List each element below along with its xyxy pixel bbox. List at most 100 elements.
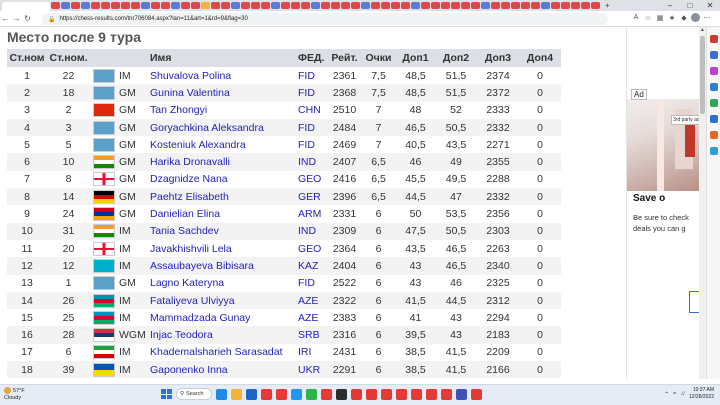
ad-headline[interactable]: Save o (633, 193, 665, 204)
weather-widget[interactable]: 57°F Cloudy (4, 387, 25, 402)
player-name-link[interactable]: Shuvalova Polina (148, 67, 296, 84)
browser-tab[interactable] (431, 2, 440, 9)
player-name-link[interactable]: Dzagnidze Nana (148, 171, 296, 188)
taskbar-app-icon[interactable] (471, 388, 482, 400)
browser-tab[interactable] (481, 2, 490, 9)
close-icon[interactable]: ✕ (700, 0, 720, 11)
clock[interactable]: 10:37 AM 12/28/2022 (689, 387, 714, 401)
player-name-link[interactable]: Assaubayeva Bibisara (148, 257, 296, 275)
browser-tab[interactable] (231, 2, 240, 9)
sidebar-app-icon[interactable] (710, 131, 718, 139)
forward-icon[interactable]: → (11, 14, 22, 23)
browser-tab[interactable] (81, 2, 90, 9)
taskbar-app-icon[interactable] (351, 388, 362, 400)
browser-tab[interactable] (171, 2, 180, 9)
browser-tab[interactable] (191, 2, 200, 9)
browser-tab[interactable] (121, 2, 130, 9)
browser-tab[interactable] (391, 2, 400, 9)
collections-icon[interactable]: ▦ (655, 14, 665, 22)
player-name-link[interactable]: Harika Dronavalli (148, 153, 296, 171)
browser-tab[interactable] (251, 2, 260, 9)
player-name-link[interactable]: Danielian Elina (148, 205, 296, 222)
browser-tab[interactable] (141, 2, 150, 9)
browser-tab[interactable] (541, 2, 550, 9)
maximize-icon[interactable]: □ (680, 0, 700, 11)
start-button[interactable] (160, 388, 172, 400)
player-name-link[interactable]: Tania Sachdev (148, 222, 296, 240)
browser-tab[interactable] (511, 2, 520, 9)
browser-tab[interactable] (551, 2, 560, 9)
player-name-link[interactable]: Fataliyeva Ulviyya (148, 291, 296, 310)
taskbar-app-icon[interactable] (276, 388, 287, 400)
browser-tab[interactable] (361, 2, 370, 9)
back-icon[interactable]: ← (0, 14, 11, 23)
wifi-icon[interactable]: ≈ (673, 391, 676, 397)
browser-tab[interactable] (581, 2, 590, 9)
browser-tab[interactable] (491, 2, 500, 9)
tray-chevron-icon[interactable]: ⌃ (664, 391, 669, 398)
browser-tab[interactable] (261, 2, 270, 9)
player-name-link[interactable]: Goryachkina Aleksandra (148, 118, 296, 137)
taskbar-app-icon[interactable] (441, 388, 452, 400)
player-name-link[interactable]: Kosteniuk Alexandra (148, 136, 296, 153)
vertical-scrollbar[interactable]: ▲ (699, 27, 706, 379)
browser-tab[interactable] (211, 2, 220, 9)
browser-tab[interactable] (181, 2, 190, 9)
taskbar-app-icon[interactable] (396, 388, 407, 400)
sidebar-app-icon[interactable] (710, 99, 718, 107)
browser-tab[interactable] (51, 2, 60, 9)
profile-avatar[interactable] (691, 13, 700, 22)
browser-tab[interactable] (451, 2, 460, 9)
player-name-link[interactable]: Gunina Valentina (148, 84, 296, 102)
player-name-link[interactable]: Paehtz Elisabeth (148, 188, 296, 206)
player-name-link[interactable]: Gaponenko Inna (148, 361, 296, 379)
sidebar-app-icon[interactable] (710, 115, 718, 123)
browser-tab[interactable] (161, 2, 170, 9)
browser-tab[interactable] (271, 2, 280, 9)
taskbar-app-icon[interactable] (231, 388, 242, 400)
reload-icon[interactable]: ↻ (22, 14, 33, 23)
browser-tab[interactable] (351, 2, 360, 9)
new-tab-icon[interactable]: + (605, 1, 610, 10)
favorites-bar-icon[interactable]: ★ (667, 14, 677, 22)
player-name-link[interactable]: Lagno Kateryna (148, 275, 296, 292)
taskbar-app-icon[interactable] (291, 388, 302, 400)
extensions-icon[interactable]: ◆ (679, 14, 689, 22)
browser-tab[interactable] (561, 2, 570, 9)
taskbar-app-icon[interactable] (216, 388, 227, 400)
browser-tab[interactable] (471, 2, 480, 9)
browser-tab[interactable] (201, 2, 210, 9)
browser-tab[interactable] (291, 2, 300, 9)
browser-tab[interactable] (501, 2, 510, 9)
taskbar-app-icon[interactable] (366, 388, 377, 400)
sidebar-app-icon[interactable] (710, 35, 718, 43)
active-tab[interactable] (2, 2, 50, 11)
read-aloud-icon[interactable]: A (631, 14, 641, 21)
more-menu-icon[interactable]: ⋯ (702, 14, 712, 22)
browser-tab[interactable] (461, 2, 470, 9)
browser-tab[interactable] (111, 2, 120, 9)
ad-input-box[interactable] (689, 291, 699, 313)
browser-tab[interactable] (241, 2, 250, 9)
browser-tab[interactable] (401, 2, 410, 9)
taskbar-search[interactable]: ⚲ Search (176, 388, 212, 400)
player-name-link[interactable]: Mammadzada Gunay (148, 309, 296, 326)
taskbar-app-icon[interactable] (426, 388, 437, 400)
taskbar-app-icon[interactable] (261, 388, 272, 400)
browser-tab[interactable] (591, 2, 600, 9)
player-name-link[interactable]: Khademalsharieh Sarasadat (148, 344, 296, 361)
scroll-up-icon[interactable]: ▲ (699, 27, 706, 34)
player-name-link[interactable]: Javakhishvili Lela (148, 240, 296, 257)
browser-tab[interactable] (531, 2, 540, 9)
sidebar-app-icon[interactable] (710, 67, 718, 75)
ad-image[interactable] (627, 99, 699, 191)
browser-tab[interactable] (61, 2, 70, 9)
sidebar-app-icon[interactable] (710, 51, 718, 59)
browser-tab[interactable] (571, 2, 580, 9)
browser-tab[interactable] (441, 2, 450, 9)
browser-tab[interactable] (311, 2, 320, 9)
ad-badge[interactable]: Ad (631, 89, 647, 100)
browser-tab[interactable] (411, 2, 420, 9)
browser-tab[interactable] (131, 2, 140, 9)
browser-tab[interactable] (301, 2, 310, 9)
